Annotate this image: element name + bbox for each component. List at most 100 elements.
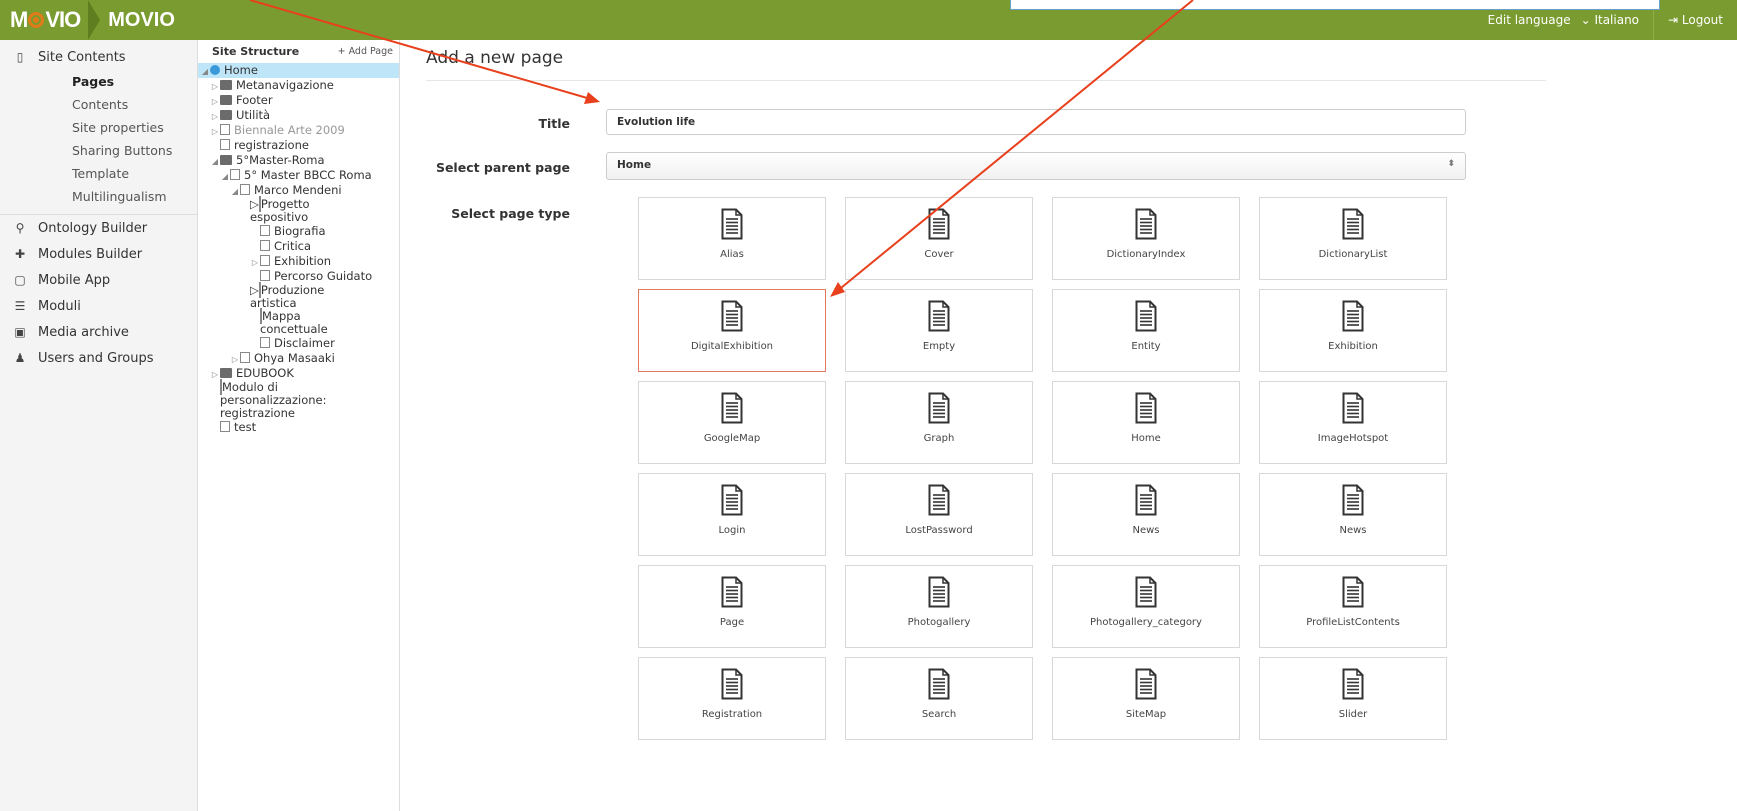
expand-toggle-icon[interactable]: ▷ bbox=[210, 94, 220, 109]
page-type-label: Photogallery_category bbox=[1090, 617, 1202, 628]
nav-modules-builder[interactable]: ✚ Modules Builder bbox=[0, 241, 197, 267]
page-type-tile[interactable]: SiteMap bbox=[1052, 657, 1240, 740]
tree-node[interactable]: Modulo di personalizzazione: registrazio… bbox=[198, 379, 399, 420]
folder-icon bbox=[220, 155, 232, 165]
expand-toggle-icon[interactable]: ▷ bbox=[210, 79, 220, 94]
page-type-tile[interactable]: DictionaryList bbox=[1259, 197, 1447, 280]
page-type-tile[interactable]: Slider bbox=[1259, 657, 1447, 740]
add-page-button[interactable]: + Add Page bbox=[338, 46, 393, 57]
page-type-label: GoogleMap bbox=[703, 433, 761, 444]
nav-mobile-app[interactable]: ▢ Mobile App bbox=[0, 267, 197, 293]
page-type-label: Alias bbox=[720, 249, 744, 260]
app-name[interactable]: MOVIO bbox=[108, 9, 175, 32]
page-type-tile[interactable]: Home bbox=[1052, 381, 1240, 464]
collapse-toggle-icon[interactable]: ◢ bbox=[210, 154, 220, 169]
tree-node[interactable]: ▷ Progetto espositivo bbox=[198, 196, 399, 224]
tree-node-label-continued: registrazione bbox=[220, 406, 295, 420]
expand-toggle-icon[interactable]: ▷ bbox=[210, 109, 220, 124]
page-type-tile[interactable]: Alias bbox=[638, 197, 826, 280]
image-icon: ▣ bbox=[14, 325, 26, 339]
tree-node[interactable]: ▷ EDUBOOK bbox=[198, 366, 399, 381]
page-type-tile[interactable]: Registration bbox=[638, 657, 826, 740]
expand-toggle-icon[interactable]: ▷ bbox=[210, 367, 220, 382]
page-type-tile[interactable]: DigitalExhibition bbox=[638, 289, 826, 372]
tree-node[interactable]: ▷ Biennale Arte 2009 bbox=[198, 123, 399, 138]
tree-node[interactable]: Disclaimer bbox=[198, 336, 399, 351]
expand-toggle-icon[interactable]: ▷ bbox=[250, 255, 260, 270]
page-type-tile[interactable]: Entity bbox=[1052, 289, 1240, 372]
tree-node-home[interactable]: ◢ Home bbox=[198, 63, 399, 78]
expand-toggle-icon[interactable]: ▷ bbox=[250, 283, 259, 297]
nav-item-template[interactable]: Template bbox=[0, 162, 197, 185]
page-type-label: Login bbox=[718, 525, 746, 536]
nav-item-contents[interactable]: Contents bbox=[0, 93, 197, 116]
tree-node[interactable]: Mappa concettuale bbox=[198, 308, 399, 336]
expand-toggle-icon[interactable]: ▷ bbox=[250, 197, 259, 211]
page-type-label: ProfileListContents bbox=[1306, 617, 1400, 628]
page-type-tile[interactable]: DictionaryIndex bbox=[1052, 197, 1240, 280]
page-type-tile[interactable]: Cover bbox=[845, 197, 1033, 280]
nav-item-multilingualism[interactable]: Multilingualism bbox=[0, 185, 197, 208]
tree-node[interactable]: Percorso Guidato bbox=[198, 269, 399, 284]
document-icon bbox=[721, 392, 743, 424]
collapse-toggle-icon[interactable]: ◢ bbox=[220, 169, 230, 184]
tree-node[interactable]: ◢ Marco Mendeni bbox=[198, 183, 399, 198]
nav-item-pages[interactable]: Pages bbox=[0, 70, 197, 93]
nav-moduli[interactable]: ☰ Moduli bbox=[0, 293, 197, 319]
title-label: Title bbox=[538, 116, 570, 131]
nav-ontology-builder[interactable]: ⚲ Ontology Builder bbox=[0, 215, 197, 241]
parent-page-select[interactable]: Home ⬍ bbox=[606, 152, 1466, 180]
nav-users-and-groups[interactable]: ♟ Users and Groups bbox=[0, 345, 197, 371]
nav-label: Site Contents bbox=[38, 49, 126, 65]
page-type-tile[interactable]: LostPassword bbox=[845, 473, 1033, 556]
tree-node[interactable]: Critica bbox=[198, 239, 399, 254]
page-type-tile[interactable]: Photogallery bbox=[845, 565, 1033, 648]
page-type-tile[interactable]: Login bbox=[638, 473, 826, 556]
logout-button[interactable]: ⇥ Logout bbox=[1653, 0, 1737, 40]
tree-node[interactable]: test bbox=[198, 420, 399, 435]
page-type-tile[interactable]: News bbox=[1259, 473, 1447, 556]
nav-site-contents[interactable]: ▯ Site Contents bbox=[0, 44, 197, 70]
folder-icon bbox=[220, 95, 232, 105]
document-icon bbox=[928, 208, 950, 240]
tree-node[interactable]: ▷ Metanavigazione bbox=[198, 78, 399, 93]
expand-toggle-icon[interactable]: ▷ bbox=[210, 124, 220, 139]
page-icon bbox=[230, 169, 240, 180]
collapse-toggle-icon[interactable]: ◢ bbox=[230, 184, 240, 199]
tree-node[interactable]: ▷ Produzione artistica bbox=[198, 282, 399, 310]
page-type-tile[interactable]: News bbox=[1052, 473, 1240, 556]
page-type-tile[interactable]: Page bbox=[638, 565, 826, 648]
page-type-tile[interactable]: ProfileListContents bbox=[1259, 565, 1447, 648]
document-icon: ▯ bbox=[16, 50, 24, 64]
tree-node-label: Metanavigazione bbox=[236, 78, 334, 92]
page-type-tile[interactable]: Exhibition bbox=[1259, 289, 1447, 372]
document-icon bbox=[1135, 668, 1157, 700]
nav-item-sharing-buttons[interactable]: Sharing Buttons bbox=[0, 139, 197, 162]
tree-node[interactable]: Biografia bbox=[198, 224, 399, 239]
tree-node[interactable]: ▷ Ohya Masaaki bbox=[198, 351, 399, 366]
movio-logo[interactable]: M VIO bbox=[0, 0, 81, 40]
nav-label: Modules Builder bbox=[38, 246, 143, 262]
page-type-tile[interactable]: Search bbox=[845, 657, 1033, 740]
page-type-tile[interactable]: Empty bbox=[845, 289, 1033, 372]
title-input[interactable]: Evolution life bbox=[606, 109, 1466, 135]
nav-label: Mobile App bbox=[38, 272, 111, 288]
page-type-tile[interactable]: GoogleMap bbox=[638, 381, 826, 464]
tree-node[interactable]: ◢ 5° Master BBCC Roma bbox=[198, 168, 399, 183]
tree-node-label: test bbox=[234, 420, 257, 434]
collapse-toggle-icon[interactable]: ◢ bbox=[200, 64, 210, 79]
language-select[interactable]: ⌄ Italiano bbox=[1577, 13, 1653, 27]
page-type-tile[interactable]: Graph bbox=[845, 381, 1033, 464]
expand-toggle-icon[interactable]: ▷ bbox=[230, 352, 240, 367]
tree-node[interactable]: ▷ Footer bbox=[198, 93, 399, 108]
tree-node[interactable]: ▷ Exhibition bbox=[198, 254, 399, 269]
page-type-tile[interactable]: Photogallery_category bbox=[1052, 565, 1240, 648]
tree-node[interactable]: ◢ 5°Master-Roma bbox=[198, 153, 399, 168]
globe-icon bbox=[210, 65, 220, 75]
nav-media-archive[interactable]: ▣ Media archive bbox=[0, 319, 197, 345]
tree-node[interactable]: registrazione bbox=[198, 138, 399, 153]
nav-item-site-properties[interactable]: Site properties bbox=[0, 116, 197, 139]
tree-node[interactable]: ▷ Utilità bbox=[198, 108, 399, 123]
page-type-tile[interactable]: ImageHotspot bbox=[1259, 381, 1447, 464]
page-type-label: Registration bbox=[701, 709, 763, 720]
